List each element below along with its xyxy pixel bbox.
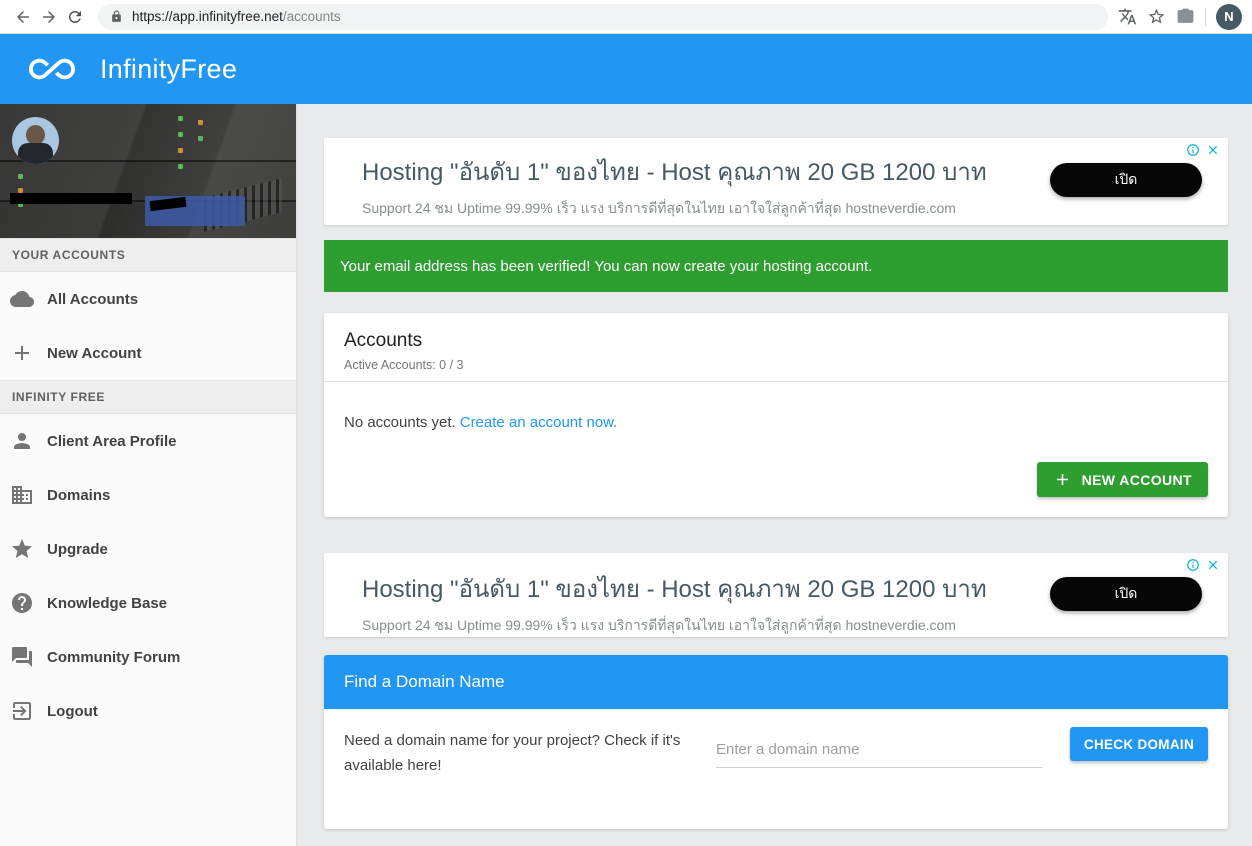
ad-subtitle: Support 24 ชม Uptime 99.99% เร็ว แรง บริ… [362, 615, 1028, 637]
ad-open-button[interactable]: เปิด [1050, 163, 1202, 197]
ad-title[interactable]: Hosting "อันดับ 1" ของไทย - Host คุณภาพ … [362, 569, 1028, 608]
domain-name-input[interactable] [716, 735, 1042, 768]
person-icon [10, 429, 34, 453]
infinityfree-logo-icon[interactable] [20, 46, 84, 92]
ad-info-icon[interactable] [1186, 143, 1200, 157]
ad-title[interactable]: Hosting "อันดับ 1" ของไทย - Host คุณภาพ … [362, 152, 1028, 191]
sidebar-section-infinity-free: INFINITY FREE [0, 380, 296, 414]
translate-icon[interactable] [1118, 7, 1137, 26]
adchoices-controls [1186, 558, 1220, 572]
ad-subtitle: Support 24 ชม Uptime 99.99% เร็ว แรง บริ… [362, 198, 1028, 220]
ad-close-icon[interactable] [1206, 143, 1220, 157]
server-led-lights [178, 116, 183, 121]
main-content: Hosting "อันดับ 1" ของไทย - Host คุณภาพ … [296, 104, 1252, 846]
accounts-title: Accounts [344, 330, 1208, 352]
url-host: https://app.infinityfree.net [132, 9, 283, 24]
sidebar-item-label: Logout [47, 703, 98, 720]
avatar-head [26, 125, 45, 145]
sidebar-item-knowledge-base[interactable]: Knowledge Base [0, 576, 296, 630]
sidebar-item-label: Upgrade [47, 541, 108, 558]
url-text: https://app.infinityfree.net/accounts [132, 9, 341, 24]
browser-back-button[interactable] [10, 4, 36, 30]
lock-icon [110, 10, 123, 23]
ad-banner-bottom[interactable]: Hosting "อันดับ 1" ของไทย - Host คุณภาพ … [324, 553, 1228, 637]
accounts-card-header: Accounts Active Accounts: 0 / 3 [324, 313, 1228, 382]
back-arrow-icon [14, 8, 32, 26]
accounts-card: Accounts Active Accounts: 0 / 3 No accou… [324, 313, 1228, 517]
ad-banner-top[interactable]: Hosting "อันดับ 1" ของไทย - Host คุณภาพ … [324, 138, 1228, 225]
cloud-icon [10, 287, 34, 311]
check-domain-button[interactable]: CHECK DOMAIN [1070, 727, 1208, 761]
new-account-button[interactable]: NEW ACCOUNT [1037, 462, 1208, 497]
sidebar-item-label: All Accounts [47, 291, 138, 308]
sidebar-item-upgrade[interactable]: Upgrade [0, 522, 296, 576]
browser-reload-button[interactable] [62, 4, 88, 30]
sidebar-item-client-area-profile[interactable]: Client Area Profile [0, 414, 296, 468]
sidebar-item-new-account[interactable]: New Account [0, 326, 296, 380]
browser-forward-button[interactable] [36, 4, 62, 30]
domain-finder-description: Need a domain name for your project? Che… [344, 729, 694, 779]
new-account-button-label: NEW ACCOUNT [1082, 472, 1192, 488]
sidebar-item-label: New Account [47, 345, 141, 362]
domain-input-wrap [716, 735, 1042, 768]
ad-info-icon[interactable] [1186, 558, 1200, 572]
email-verified-alert: Your email address has been verified! Yo… [324, 240, 1228, 292]
redacted-username [10, 193, 132, 204]
sidebar-item-community-forum[interactable]: Community Forum [0, 630, 296, 684]
plus-icon [10, 341, 34, 365]
sidebar-item-domains[interactable]: Domains [0, 468, 296, 522]
sidebar-item-label: Knowledge Base [47, 595, 167, 612]
create-account-link[interactable]: Create an account now. [460, 414, 618, 431]
browser-profile-avatar[interactable]: N [1216, 4, 1242, 30]
adchoices-controls [1186, 143, 1220, 157]
ad-close-icon[interactable] [1206, 558, 1220, 572]
brand-name: InfinityFree [100, 54, 237, 85]
browser-actions: N [1118, 4, 1242, 30]
star-icon [10, 537, 34, 561]
sidebar-item-all-accounts[interactable]: All Accounts [0, 272, 296, 326]
empty-text: No accounts yet. [344, 414, 456, 431]
sidebar-item-label: Domains [47, 487, 110, 504]
domain-finder-title: Find a Domain Name [344, 672, 505, 692]
domain-finder-header: Find a Domain Name [324, 655, 1228, 709]
help-icon [10, 591, 34, 615]
plus-icon [1053, 470, 1072, 489]
url-path: /accounts [283, 9, 341, 24]
domain-icon [10, 483, 34, 507]
sidebar-profile-header [0, 104, 296, 238]
sidebar-section-your-accounts: YOUR ACCOUNTS [0, 238, 296, 272]
domain-finder-body: Need a domain name for your project? Che… [324, 709, 1228, 779]
address-bar[interactable]: https://app.infinityfree.net/accounts [98, 4, 1108, 30]
accounts-empty-state: No accounts yet.Create an account now. [324, 382, 1228, 431]
user-avatar[interactable] [12, 117, 59, 164]
sidebar-item-label: Community Forum [47, 649, 180, 666]
alert-message: Your email address has been verified! Yo… [340, 258, 872, 275]
active-accounts-count: Active Accounts: 0 / 3 [344, 358, 1208, 372]
camera-icon[interactable] [1176, 7, 1195, 26]
bookmark-star-icon[interactable] [1147, 7, 1166, 26]
chrome-divider [1205, 8, 1206, 26]
app-header: InfinityFree [0, 34, 1252, 104]
domain-finder-card: Find a Domain Name Need a domain name fo… [324, 655, 1228, 829]
logout-icon [10, 699, 34, 723]
reload-icon [66, 8, 84, 26]
forum-icon [10, 645, 34, 669]
sidebar-item-label: Client Area Profile [47, 433, 176, 450]
sidebar: YOUR ACCOUNTS All Accounts New Account I… [0, 104, 296, 846]
forward-arrow-icon [40, 8, 58, 26]
screen: https://app.infinityfree.net/accounts N … [0, 0, 1252, 846]
sidebar-item-logout[interactable]: Logout [0, 684, 296, 738]
ad-open-button[interactable]: เปิด [1050, 577, 1202, 611]
browser-chrome: https://app.infinityfree.net/accounts N [0, 0, 1252, 34]
avatar-body [18, 143, 53, 164]
